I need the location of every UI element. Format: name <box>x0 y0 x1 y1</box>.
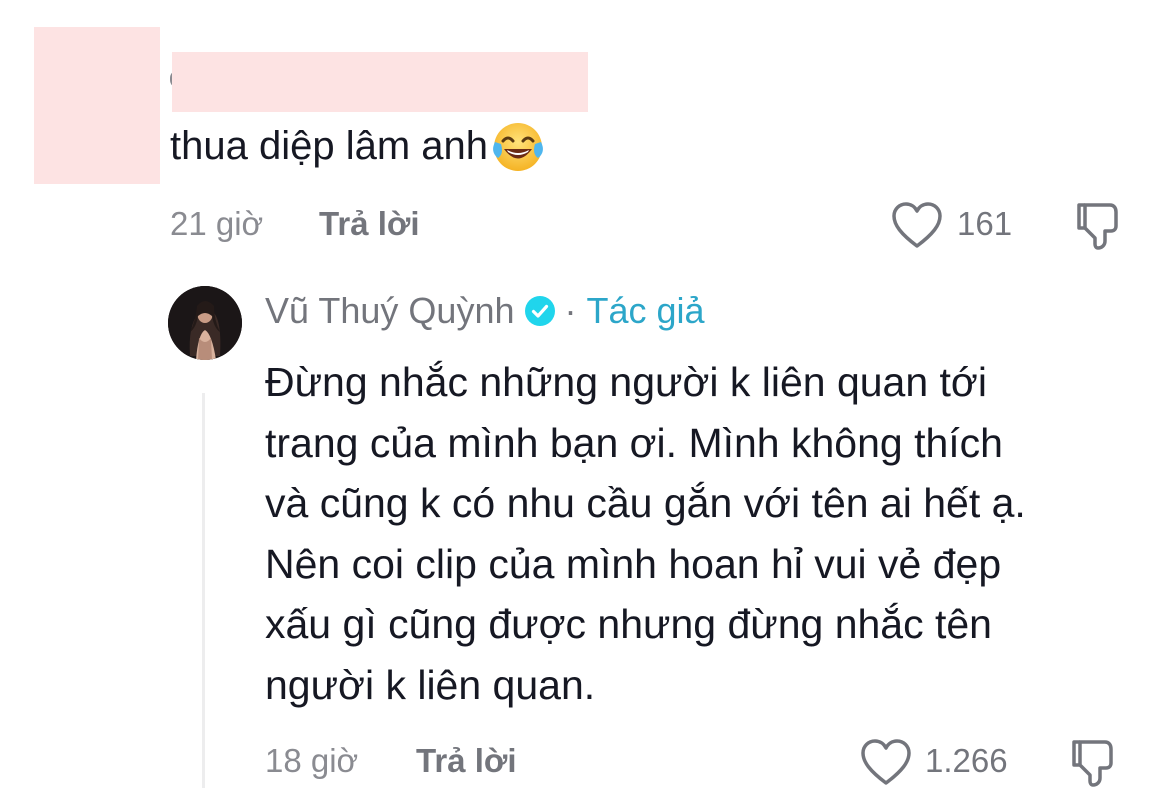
dislike-icon[interactable] <box>1067 737 1119 789</box>
verified-badge-icon <box>524 296 555 326</box>
author-name[interactable]: Vũ Thuý Quỳnh <box>265 290 515 332</box>
reply-text-line: xấu gì cũng được nhưng đừng nhắc tên <box>265 601 992 647</box>
separator-dot: · <box>564 290 577 331</box>
dislike-icon[interactable] <box>1072 200 1124 252</box>
reply-text: Đừng nhắc những người k liên quan tới tr… <box>265 352 1155 715</box>
username-redacted[interactable] <box>172 52 588 112</box>
reply-time: 18 giờ <box>265 742 359 779</box>
heart-icon[interactable] <box>891 200 943 250</box>
reply-like-count: 1.266 <box>925 742 1008 779</box>
heart-icon[interactable] <box>860 737 912 787</box>
reply-button[interactable]: Trả lời <box>319 205 420 243</box>
reply-text-line: người k liên quan. <box>265 661 596 708</box>
reply-reply-button[interactable]: Trả lời <box>416 742 517 780</box>
author-tag: Tác giả <box>586 290 705 331</box>
avatar-redacted[interactable] <box>34 27 160 184</box>
comment-text-content: thua diệp lâm anh <box>170 124 489 168</box>
like-count: 161 <box>957 205 1013 242</box>
reply-text-line: và cũng k có nhu cầu gắn với tên ai hết … <box>265 480 1026 526</box>
avatar[interactable] <box>168 286 242 360</box>
face-with-tears-of-joy-emoji-icon <box>490 118 546 174</box>
reply-text-line: Đừng nhắc những người k liên quan tới <box>265 359 987 405</box>
reply-header: Vũ Thuý Quỳnh · Tác giả <box>265 290 705 332</box>
reply-thread-line <box>202 393 205 788</box>
reply-text-line: trang của mình bạn ơi. Mình không thích <box>265 419 1003 466</box>
reply-text-line: Nên coi clip của mình hoan hỉ vui vẻ đẹp <box>265 540 1002 587</box>
comment-text: thua diệp lâm anh <box>170 118 546 174</box>
comment-time: 21 giờ <box>170 205 264 242</box>
